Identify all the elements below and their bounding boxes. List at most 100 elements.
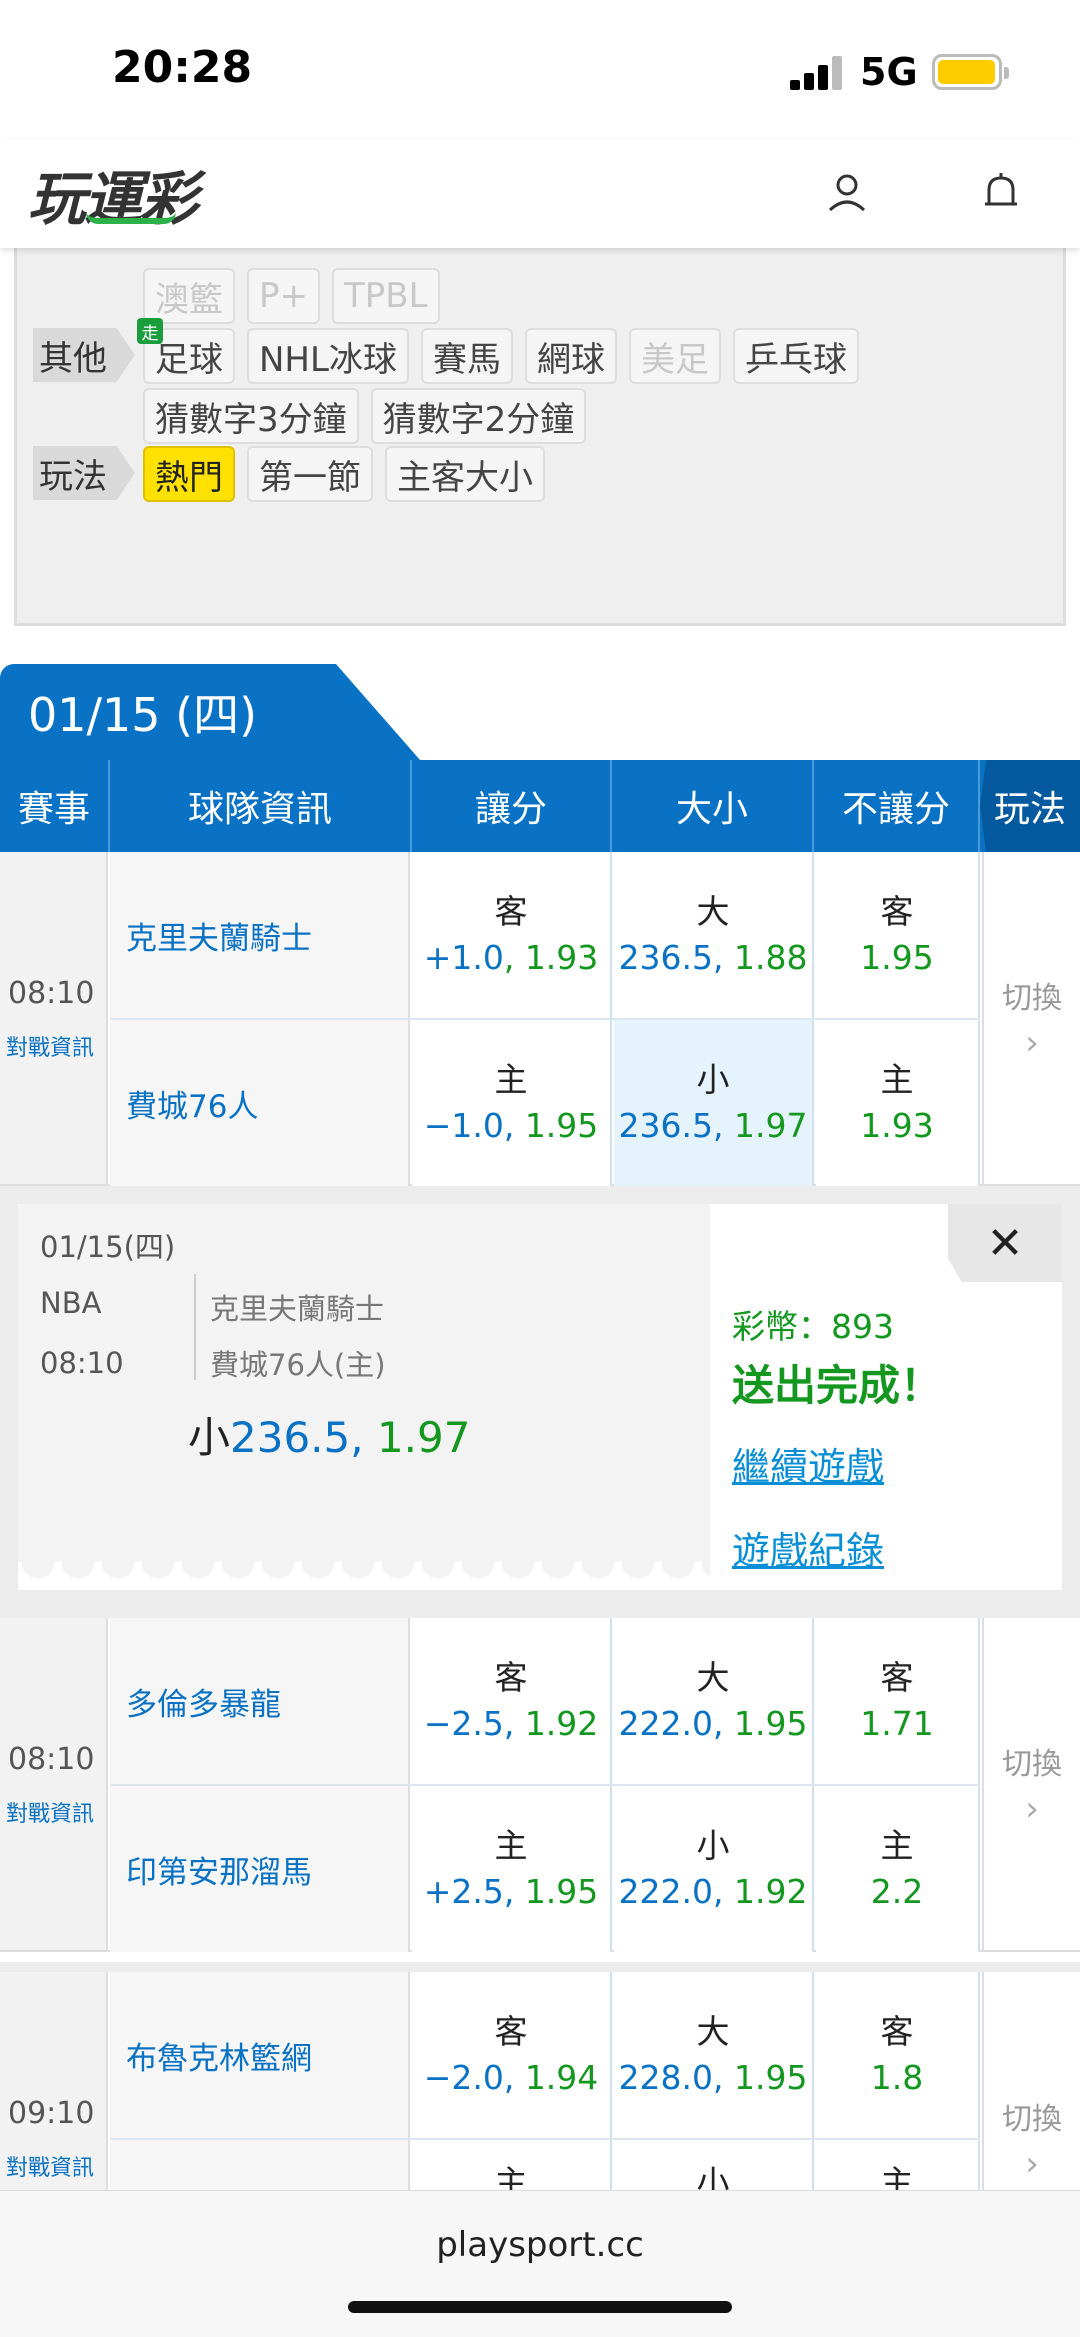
- odds-cell-spread-away[interactable]: 客 −2.5, 1.92: [412, 1618, 612, 1784]
- odds-side: 大: [696, 1658, 730, 1697]
- chip-soccer[interactable]: 走足球: [137, 318, 235, 384]
- filter-row-guess: 猜數字3分鐘 猜數字2分鐘: [143, 386, 598, 446]
- odds-price: 1.95: [733, 2058, 808, 2097]
- th-spread: 讓分: [412, 760, 612, 852]
- url-text[interactable]: playsport.cc: [0, 2225, 1080, 2265]
- odds-cell-ml-away[interactable]: 客 1.95: [816, 852, 980, 1018]
- odds-side: 小: [696, 1060, 730, 1099]
- odds-price: 1.95: [524, 1106, 599, 1145]
- match-time: 08:10: [8, 1742, 95, 1777]
- game-history-link[interactable]: 遊戲紀錄: [732, 1520, 884, 1575]
- chip-table-tennis[interactable]: 乒乓球: [732, 328, 859, 384]
- odds-side: 主: [494, 1826, 528, 1865]
- network-label: 5G: [860, 50, 918, 94]
- odds-line: +2.5: [423, 1872, 504, 1911]
- odds-cell-total-away[interactable]: 大 228.0, 1.95: [614, 1972, 814, 2138]
- switch-button[interactable]: 切換 ›: [982, 852, 1080, 1184]
- odds-cell-ml-away[interactable]: 客 1.71: [816, 1618, 980, 1784]
- home-team: [110, 2140, 410, 2190]
- odds-side: 主: [494, 1060, 528, 1099]
- chip-tennis[interactable]: 網球: [524, 328, 617, 384]
- odds-cell-total-away[interactable]: 大 236.5, 1.88: [614, 852, 814, 1018]
- match-row: 08:10 對戰資訊 多倫多暴龍 印第安那溜馬 客 −2.5, 1.92 大 2…: [0, 1618, 1080, 1952]
- filter-row-top: 澳籃 P+ TPBL: [143, 266, 452, 326]
- odds-cell-ml-home[interactable]: 主: [816, 2140, 980, 2190]
- status-bar: 20:28 5G: [0, 0, 1080, 140]
- odds-cell-spread-home[interactable]: 主 −1.0, 1.95: [412, 1020, 612, 1186]
- odds-side: 小: [696, 1826, 730, 1865]
- away-team: 克里夫蘭騎士: [110, 852, 410, 1018]
- odds-side: 客: [880, 1658, 914, 1697]
- other-label: 其他: [33, 328, 135, 382]
- odds-cell-spread-home[interactable]: 主: [412, 2140, 612, 2190]
- odds-cell-total-home[interactable]: 小 222.0, 1.92: [614, 1786, 814, 1952]
- browser-url-bar[interactable]: playsport.cc: [0, 2190, 1080, 2337]
- ticket-separator: [194, 1274, 196, 1380]
- chip-guess-3min[interactable]: 猜數字3分鐘: [143, 388, 359, 444]
- match-info-link[interactable]: 對戰資訊: [6, 1030, 94, 1062]
- chip-nfl[interactable]: 美足: [628, 328, 721, 384]
- switch-label: 切換: [1002, 981, 1062, 1016]
- odds-price: 1.95: [860, 938, 934, 977]
- match-info-link[interactable]: 對戰資訊: [6, 1796, 94, 1828]
- chip-p-plus[interactable]: P+: [247, 268, 320, 324]
- chip-aus-basketball[interactable]: 澳籃: [143, 268, 235, 324]
- home-team: 印第安那溜馬: [110, 1786, 410, 1952]
- switch-button[interactable]: 切換 ›: [982, 1972, 1080, 2190]
- odds-price: 1.8: [870, 2058, 924, 2097]
- chip-nhl[interactable]: NHL冰球: [247, 328, 409, 384]
- confirmation-card: 01/15(四) NBA 08:10 克里夫蘭騎士 費城76人(主) 小236.…: [18, 1204, 1062, 1590]
- odds-cell-total-home-selected[interactable]: 小 236.5, 1.97: [614, 1020, 814, 1186]
- odds-price: 1.92: [733, 1872, 808, 1911]
- bell-icon[interactable]: [978, 170, 1024, 216]
- filter-row-other: 走足球 NHL冰球 賽馬 網球 美足 乒乓球: [137, 318, 871, 386]
- odds-cell-spread-home[interactable]: 主 +2.5, 1.95: [412, 1786, 612, 1952]
- filter-panel: 澳籃 P+ TPBL 其他 走足球 NHL冰球 賽馬 網球 美足 乒乓球 猜數字…: [14, 248, 1066, 626]
- user-icon[interactable]: [824, 170, 870, 216]
- odds-side: 客: [880, 892, 914, 931]
- odds-price: 1.71: [860, 1704, 934, 1743]
- odds-cell-ml-away[interactable]: 客 1.8: [816, 1972, 980, 2138]
- odds-cell-spread-away[interactable]: 客 −2.0, 1.94: [412, 1972, 612, 2138]
- odds-price: 1.92: [524, 1704, 599, 1743]
- odds-cell-total-away[interactable]: 大 222.0, 1.95: [614, 1618, 814, 1784]
- home-indicator[interactable]: [348, 2301, 732, 2313]
- switch-button[interactable]: 切換 ›: [982, 1618, 1080, 1950]
- sent-message: 送出完成！: [732, 1361, 943, 1410]
- chip-first-quarter[interactable]: 第一節: [247, 446, 373, 502]
- th-play[interactable]: 玩法: [980, 760, 1080, 852]
- close-icon[interactable]: ✕: [948, 1204, 1062, 1282]
- chevron-right-icon: ›: [1025, 2144, 1039, 2184]
- chip-tpbl[interactable]: TPBL: [332, 268, 440, 324]
- chip-horse-racing[interactable]: 賽馬: [420, 328, 513, 384]
- chip-guess-2min[interactable]: 猜數字2分鐘: [370, 388, 587, 444]
- odds-price: 1.94: [524, 2058, 599, 2097]
- chip-hot[interactable]: 熱門: [143, 446, 235, 502]
- chip-soccer-label: 足球: [155, 339, 223, 380]
- odds-side: 客: [494, 892, 528, 931]
- ticket-time: 08:10: [40, 1346, 124, 1380]
- odds-side: 主: [880, 1826, 914, 1865]
- odds-side: 主: [494, 2163, 528, 2190]
- match-time: 08:10: [8, 976, 95, 1011]
- ticket-league: NBA: [40, 1286, 102, 1320]
- odds-side: 客: [494, 2012, 528, 2051]
- match-event-col: 08:10 對戰資訊: [0, 852, 108, 1184]
- odds-cell-ml-home[interactable]: 主 2.2: [816, 1786, 980, 1952]
- odds-cell-ml-home[interactable]: 主 1.93: [816, 1020, 980, 1186]
- odds-side: 主: [880, 1060, 914, 1099]
- table-header: 賽事 球隊資訊 讓分 大小 不讓分 玩法: [0, 760, 1080, 852]
- continue-game-link[interactable]: 繼續遊戲: [732, 1436, 884, 1491]
- odds-cell-spread-away[interactable]: 客 +1.0, 1.93: [412, 852, 612, 1018]
- match-info-link[interactable]: 對戰資訊: [6, 2150, 94, 2182]
- odds-cell-total-home[interactable]: 小: [614, 2140, 814, 2190]
- ticket-date: 01/15(四): [40, 1230, 176, 1264]
- th-event: 賽事: [0, 760, 110, 852]
- odds-line: −2.5: [423, 1704, 504, 1743]
- odds-line: −1.0: [423, 1106, 504, 1145]
- walk-badge: 走: [137, 318, 163, 344]
- away-team: 多倫多暴龍: [110, 1618, 410, 1784]
- odds-price: 1.93: [860, 1106, 934, 1145]
- chip-home-away-total[interactable]: 主客大小: [385, 446, 545, 502]
- odds-side: 大: [696, 892, 730, 931]
